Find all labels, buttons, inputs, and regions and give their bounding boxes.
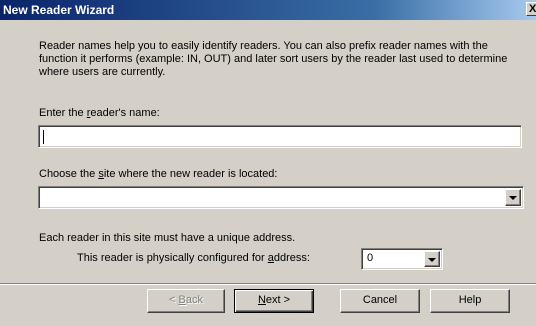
text-caret: [43, 130, 44, 144]
back-button[interactable]: < Back: [147, 289, 225, 313]
reader-name-label: Enter the reader's name:: [39, 107, 160, 119]
site-dropdown[interactable]: [38, 186, 524, 209]
cancel-button[interactable]: Cancel: [340, 289, 420, 313]
next-button[interactable]: Next >: [234, 289, 314, 313]
address-dropdown-value: 0: [367, 252, 374, 264]
address-note: Each reader in this site must have a uni…: [39, 232, 296, 244]
title-bar: New Reader Wizard: [0, 0, 536, 20]
chevron-down-icon: [428, 258, 436, 262]
window-title: New Reader Wizard: [3, 3, 115, 17]
chevron-down-icon: [509, 196, 517, 200]
reader-name-input[interactable]: [38, 125, 522, 148]
address-dropdown-button[interactable]: [424, 251, 440, 267]
address-label: This reader is physically configured for…: [77, 252, 310, 264]
help-button[interactable]: Help: [430, 289, 510, 313]
close-icon[interactable]: X: [526, 2, 536, 16]
intro-text: Reader names help you to easily identify…: [39, 40, 508, 78]
site-label: Choose the site where the new reader is …: [39, 168, 278, 180]
site-dropdown-button[interactable]: [505, 189, 521, 206]
address-dropdown[interactable]: 0: [361, 248, 443, 270]
separator: [0, 283, 536, 285]
